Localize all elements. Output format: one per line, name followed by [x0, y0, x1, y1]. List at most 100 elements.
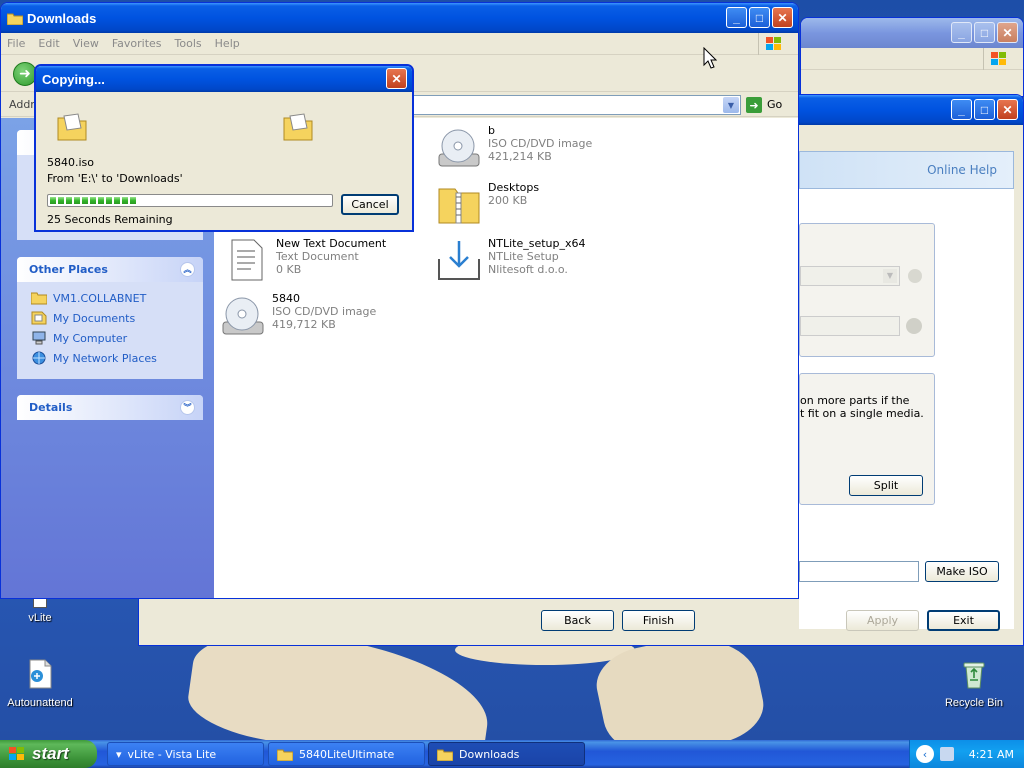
my-documents-icon	[31, 311, 47, 325]
go-button[interactable]: Go	[767, 98, 782, 111]
split-button[interactable]: Split	[849, 475, 923, 496]
make-iso-button[interactable]: Make ISO	[925, 561, 999, 582]
background-window[interactable]: _ □ ✕	[800, 17, 1024, 97]
menu-help[interactable]: Help	[215, 37, 240, 50]
apply-button: Apply	[846, 610, 919, 631]
disabled-path-field	[800, 316, 900, 336]
mouse-cursor-icon	[703, 47, 717, 69]
background-window-titlebar[interactable]: _ □ ✕	[801, 18, 1023, 48]
place-my-network-places[interactable]: My Network Places	[17, 348, 203, 368]
desktop-icon-autounattend[interactable]: Autounattend	[0, 658, 80, 709]
tray-expand-icon[interactable]: ‹	[916, 745, 934, 763]
progress-block	[50, 197, 56, 204]
destination-folder-icon	[283, 113, 313, 141]
close-button[interactable]: ✕	[772, 7, 793, 28]
back-button[interactable]: Back	[541, 610, 614, 631]
file-item-desktops[interactable]: Desktops 200 KB	[436, 181, 539, 227]
place-my-documents[interactable]: My Documents	[17, 308, 203, 328]
clock[interactable]: 4:21 AM	[969, 748, 1014, 761]
file-type: Text Document	[276, 250, 359, 263]
disc-image-icon	[222, 297, 264, 335]
recycle-bin-icon	[963, 662, 985, 689]
progress-block	[82, 197, 88, 204]
file-name: Desktops	[488, 181, 540, 194]
folder-icon	[7, 13, 23, 25]
menu-tools[interactable]: Tools	[175, 37, 202, 50]
start-label: start	[32, 744, 69, 763]
network-status-icon[interactable]	[940, 747, 954, 761]
vlite-app-icon: ▾	[116, 747, 122, 761]
file-item-5840[interactable]: 5840 ISO CD/DVD image 419,712 KB	[220, 292, 376, 338]
file-name: New Text Document	[276, 237, 387, 250]
copying-dialog[interactable]: Copying... ✕ 5840.iso From 'E:\' to 'Dow…	[34, 64, 414, 232]
details-header[interactable]: Details ︾	[17, 395, 203, 420]
chevron-down-icon[interactable]: ▼	[723, 97, 739, 113]
place-vm1-collabnet[interactable]: VM1.COLLABNET	[17, 288, 203, 308]
maximize-button[interactable]: □	[974, 99, 995, 120]
chevron-down-icon: ▼	[883, 269, 897, 283]
minimize-button[interactable]: _	[951, 99, 972, 120]
explorer-titlebar[interactable]: Downloads _ □ ✕	[1, 3, 798, 33]
file-item-new-text-document[interactable]: New Text Document Text Document 0 KB	[224, 237, 386, 283]
folder-icon	[31, 292, 47, 305]
progress-block	[114, 197, 120, 204]
exit-button[interactable]: Exit	[927, 610, 1000, 631]
file-size: 200 KB	[488, 194, 528, 207]
menu-view[interactable]: View	[73, 37, 99, 50]
file-company: Nlitesoft d.o.o.	[488, 263, 568, 276]
desktop-icon-vlite[interactable]: vLite	[0, 596, 80, 624]
progress-block	[58, 197, 64, 204]
taskbar-button-downloads[interactable]: Downloads	[428, 742, 585, 766]
other-places-panel: Other Places ︽ VM1.COLLABNET My Document…	[17, 257, 203, 379]
place-my-computer[interactable]: My Computer	[17, 328, 203, 348]
minimize-button[interactable]: _	[726, 7, 747, 28]
details-panel: Details ︾	[17, 395, 203, 420]
online-help-link[interactable]: Online Help	[927, 163, 997, 177]
taskbar-button-vlite[interactable]: ▾ vLite - Vista Lite	[107, 742, 264, 766]
iso-label-input[interactable]	[799, 561, 919, 582]
expand-icon[interactable]: ︾	[180, 400, 195, 415]
desktop-icon-recycle-bin[interactable]: Recycle Bin	[934, 658, 1014, 709]
file-size: 0 KB	[276, 263, 302, 276]
installer-icon	[438, 241, 480, 280]
zip-folder-icon	[438, 188, 480, 224]
menu-edit[interactable]: Edit	[38, 37, 59, 50]
file-item-ntlite-setup[interactable]: NTLite_setup_x64 NTLite Setup Nlitesoft …	[436, 237, 586, 283]
network-icon	[32, 351, 46, 365]
menu-favorites[interactable]: Favorites	[112, 37, 162, 50]
folder-icon	[437, 749, 453, 761]
maximize-button[interactable]: □	[974, 22, 995, 43]
menu-file[interactable]: File	[7, 37, 25, 50]
details-title: Details	[29, 401, 73, 414]
desktop-icon-label: vLite	[28, 612, 52, 624]
close-button[interactable]: ✕	[997, 22, 1018, 43]
minimize-button[interactable]: _	[951, 22, 972, 43]
other-places-header[interactable]: Other Places ︽	[17, 257, 203, 282]
collapse-icon[interactable]: ︽	[180, 262, 195, 277]
browse-icon	[908, 269, 922, 283]
source-folder-icon	[57, 113, 87, 141]
file-item-b[interactable]: b ISO CD/DVD image 421,214 KB	[436, 124, 592, 170]
iso-options-group: ▼	[799, 223, 935, 357]
my-computer-icon	[32, 331, 46, 345]
taskbar-button-label: Downloads	[459, 747, 520, 761]
file-name: NTLite_setup_x64	[488, 237, 586, 250]
system-tray: ‹ 4:21 AM	[909, 740, 1024, 768]
disc-image-icon	[438, 129, 480, 167]
taskbar-button-5840liteultimate[interactable]: 5840LiteUltimate	[268, 742, 425, 766]
taskbar-button-label: 5840LiteUltimate	[299, 747, 395, 761]
file-type: NTLite Setup	[488, 250, 559, 263]
start-button[interactable]: start	[0, 740, 97, 768]
finish-button[interactable]: Finish	[622, 610, 695, 631]
go-arrow-icon[interactable]: ➜	[746, 97, 762, 113]
close-button[interactable]: ✕	[997, 99, 1018, 120]
copy-progress-fill	[50, 197, 330, 204]
file-type: ISO CD/DVD image	[488, 137, 593, 150]
cancel-button[interactable]: Cancel	[341, 194, 399, 215]
place-label: My Network Places	[53, 351, 157, 365]
maximize-button[interactable]: □	[749, 7, 770, 28]
refresh-icon	[906, 318, 922, 334]
close-button[interactable]: ✕	[386, 68, 407, 89]
place-label: VM1.COLLABNET	[53, 291, 147, 305]
copying-titlebar[interactable]: Copying... ✕	[36, 66, 412, 92]
